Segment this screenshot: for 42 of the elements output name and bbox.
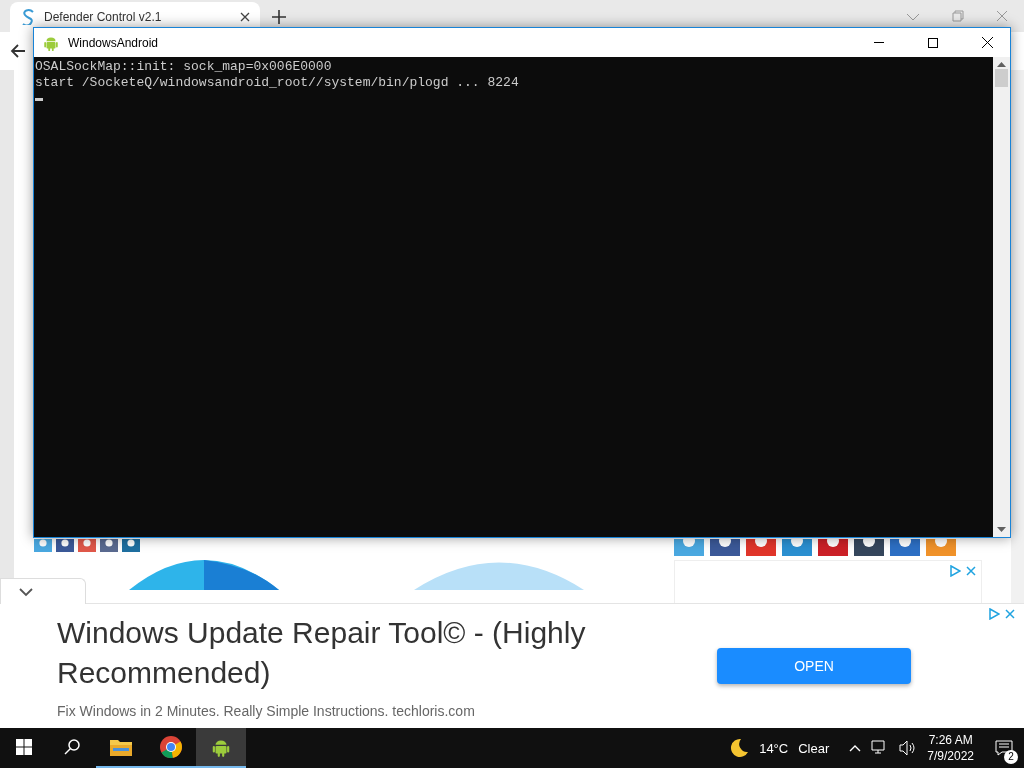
social-icon[interactable] — [818, 539, 848, 556]
text-cursor — [35, 98, 43, 101]
close-icon[interactable] — [240, 12, 250, 22]
social-icon[interactable] — [122, 539, 140, 552]
windows-logo-icon — [16, 739, 32, 755]
weather-condition: Clear — [798, 740, 830, 756]
social-icon[interactable] — [710, 539, 740, 556]
caret-icon[interactable] — [849, 744, 862, 752]
down-arrow-icon[interactable] — [997, 527, 1006, 533]
back-arrow-icon[interactable] — [10, 43, 26, 59]
social-icon[interactable] — [746, 539, 776, 556]
search-icon — [64, 739, 80, 755]
chrome-icon — [160, 736, 182, 758]
social-icon[interactable] — [78, 539, 96, 552]
close-icon — [981, 37, 993, 48]
scroll-thumb[interactable] — [995, 69, 1008, 87]
ad-choices-icon[interactable] — [988, 608, 1000, 620]
scrollbar[interactable] — [1011, 70, 1024, 603]
ad-title[interactable]: Windows Update Repair Tool© - (Highly Recommended) — [57, 613, 677, 693]
speaker-icon[interactable] — [899, 740, 918, 756]
clock[interactable]: 7:26 AM 7/9/2022 — [927, 732, 974, 764]
notification-count: 2 — [1004, 750, 1018, 764]
social-icon[interactable] — [890, 539, 920, 556]
maximize-icon — [928, 37, 938, 48]
new-tab-icon[interactable] — [272, 10, 286, 24]
console-line: start /SocketeQ/windowsandroid_root//system/bin/plogd ... 8224 — [35, 75, 519, 91]
up-arrow-icon[interactable] — [997, 61, 1006, 67]
site-icon — [20, 9, 36, 25]
window-title: WindowsAndroid — [68, 35, 160, 50]
ad-choices-icon[interactable] — [949, 565, 961, 577]
social-icon[interactable] — [854, 539, 884, 556]
chevron-icon — [19, 586, 33, 597]
minimize-icon — [874, 41, 884, 44]
moon-icon — [729, 738, 750, 758]
console-line: OSALSockMap::init: sock_map=0x006E0000 — [35, 59, 332, 75]
folder-icon — [110, 738, 132, 756]
taskbar-app[interactable] — [196, 728, 246, 768]
social-icon[interactable] — [56, 539, 74, 552]
scrollbar[interactable] — [993, 57, 1010, 537]
temperature: 14°C — [759, 740, 789, 756]
social-icon[interactable] — [100, 539, 118, 552]
ad-subtitle: Fix Windows in 2 Minutes. Really Simple Instructions. techloris.com — [57, 703, 476, 719]
